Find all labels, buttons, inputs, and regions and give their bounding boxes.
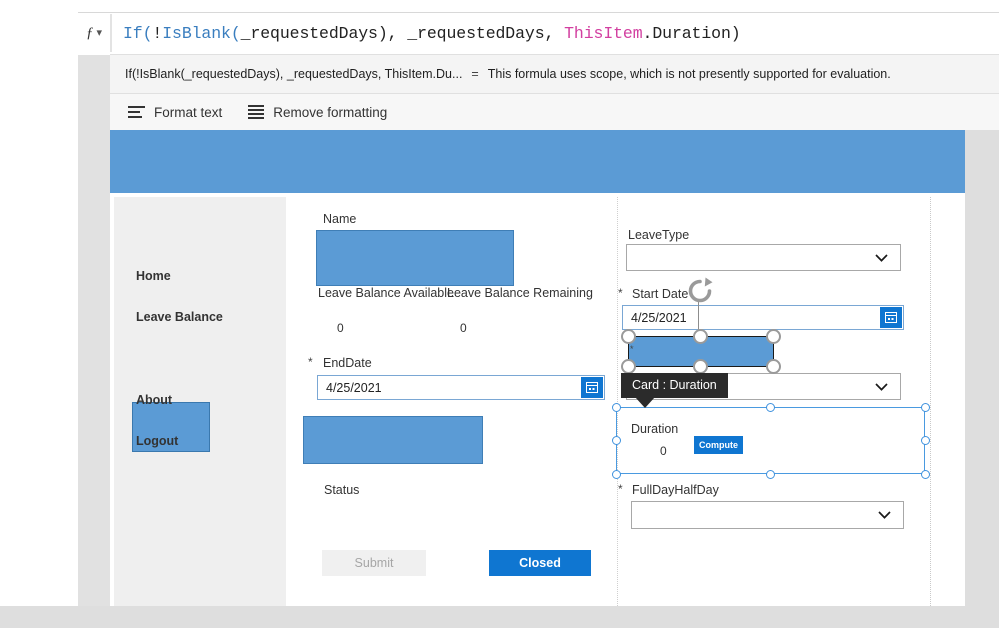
card-handle-sw[interactable] <box>612 470 621 479</box>
enddate-input[interactable]: 4/25/2021 <box>317 375 605 400</box>
chevron-down-icon <box>875 253 888 262</box>
formula-token: _requestedDays <box>240 23 378 43</box>
card-handle-se[interactable] <box>921 470 930 479</box>
element-handle-nw[interactable] <box>621 329 636 344</box>
selection-tooltip-label: Card : Duration <box>632 378 717 392</box>
formula-token: If( <box>123 23 153 43</box>
startdate-input[interactable]: 4/25/2021 <box>622 305 904 330</box>
sidebar-item-about[interactable]: About <box>136 393 172 407</box>
startdate-required-marker: * <box>618 286 623 300</box>
bottom-shade <box>0 606 999 628</box>
duration-card-selection-outline <box>616 407 925 474</box>
name-input[interactable] <box>316 230 514 286</box>
right-panel-shade <box>965 100 999 606</box>
hint-equals-sign: = <box>471 67 479 81</box>
leavetype-dropdown[interactable] <box>626 244 901 271</box>
name-field-label: Name <box>323 212 357 226</box>
app-sidenav: Home Leave Balance About Logout <box>114 197 286 606</box>
enddate-value: 4/25/2021 <box>326 380 382 395</box>
inner-required-marker: * <box>630 344 634 354</box>
card-handle-s[interactable] <box>766 470 775 479</box>
closed-button[interactable]: Closed <box>489 550 591 576</box>
chevron-down-icon <box>878 511 891 519</box>
tooltip-tail <box>635 397 655 408</box>
left-panel-shade <box>78 42 110 628</box>
hint-formula-preview: If(!IsBlank(_requestedDays), _requestedD… <box>125 67 463 81</box>
calendar-icon <box>586 382 598 393</box>
enddate-calendar-button[interactable] <box>581 377 603 398</box>
formula-token: _requestedDays <box>407 23 545 43</box>
power-apps-studio: ƒ ▾ If(! IsBlank(_requestedDays), _reques… <box>0 0 999 628</box>
enddate-field-label: EndDate <box>323 356 372 370</box>
formula-token: ), <box>377 23 408 43</box>
card-handle-e[interactable] <box>921 436 930 445</box>
card-handle-n[interactable] <box>766 403 775 412</box>
leave-balance-available-value: 0 <box>337 321 344 335</box>
rotate-handle[interactable] <box>685 276 715 306</box>
startdate-calendar-button[interactable] <box>880 307 902 328</box>
leavetype-field-label: LeaveType <box>628 228 690 242</box>
fulldayhalfday-required-marker: * <box>618 482 623 496</box>
formula-token: , <box>544 23 565 43</box>
hint-message: This formula uses scope, which is not pr… <box>487 67 891 81</box>
formula-token: ThisItem <box>564 23 643 43</box>
remove-formatting-button[interactable]: Remove formatting <box>248 105 387 120</box>
formula-token: ! <box>152 23 163 43</box>
left-gutter <box>0 0 78 628</box>
format-text-icon <box>128 105 145 119</box>
formula-token: .Duration) <box>642 23 741 43</box>
element-handle-s[interactable] <box>693 359 708 374</box>
app-canvas: Home Leave Balance About Logout Name Lea… <box>110 130 965 606</box>
card-handle-nw[interactable] <box>612 403 621 412</box>
remove-formatting-icon <box>248 105 265 119</box>
status-field-label: Status <box>324 483 360 497</box>
leave-balance-remaining-label: Leave Balance Remaining <box>447 286 593 300</box>
startdate-field-label: Start Date <box>632 287 689 301</box>
element-handle-n[interactable] <box>693 329 708 344</box>
formula-input[interactable]: If(! IsBlank(_requestedDays), _requestedD… <box>111 14 999 52</box>
submit-button[interactable]: Submit <box>322 550 426 576</box>
formula-evaluation-hint: If(!IsBlank(_requestedDays), _requestedD… <box>110 54 999 94</box>
element-handle-ne[interactable] <box>766 329 781 344</box>
card-handle-w[interactable] <box>612 436 621 445</box>
enddate-required-marker: * <box>308 355 313 369</box>
card-handle-ne[interactable] <box>921 403 930 412</box>
startdate-value: 4/25/2021 <box>631 310 687 325</box>
sidebar-item-home[interactable]: Home <box>136 269 171 283</box>
element-handle-se[interactable] <box>766 359 781 374</box>
sidebar-item-leave-balance[interactable]: Leave Balance <box>136 310 223 324</box>
card-column-guide <box>617 197 618 606</box>
attachment-image-placeholder[interactable] <box>303 416 483 464</box>
format-text-label: Format text <box>154 104 223 120</box>
chevron-down-icon: ▾ <box>96 26 103 39</box>
formula-token: IsBlank( <box>162 23 241 43</box>
calendar-icon <box>885 312 897 323</box>
leave-balance-available-label: Leave Balance Available <box>318 286 454 300</box>
remove-formatting-label: Remove formatting <box>273 104 388 120</box>
app-header-banner[interactable] <box>110 130 965 193</box>
fx-icon: ƒ <box>85 24 94 41</box>
formula-bar-expand-toggle[interactable]: ƒ ▾ <box>78 14 111 52</box>
format-text-button[interactable]: Format text <box>128 105 222 120</box>
format-toolbar: Format text Remove formatting <box>110 94 999 130</box>
fulldayhalfday-field-label: FullDayHalfDay <box>632 483 719 497</box>
element-handle-sw[interactable] <box>621 359 636 374</box>
fulldayhalfday-dropdown[interactable] <box>631 501 904 529</box>
leave-balance-remaining-value: 0 <box>460 321 467 335</box>
sidebar-item-logout[interactable]: Logout <box>136 434 178 448</box>
chevron-down-icon <box>875 382 888 391</box>
selection-tooltip: Card : Duration <box>621 373 728 408</box>
